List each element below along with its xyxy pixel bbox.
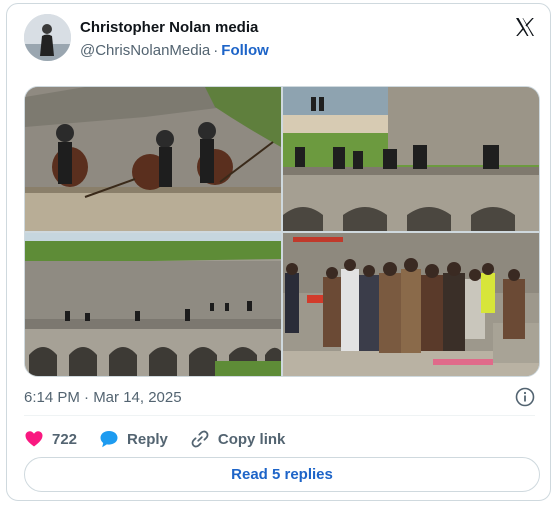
photo-costumed-crowd <box>283 233 539 376</box>
media-photo-2[interactable] <box>283 87 539 231</box>
copy-link-button[interactable]: Copy link <box>190 429 286 449</box>
media-grid <box>24 86 540 377</box>
separator-dot: · <box>213 42 219 59</box>
handle-row: @ChrisNolanMedia · Follow <box>80 42 269 59</box>
read-replies-button[interactable]: Read 5 replies <box>24 457 540 492</box>
photo-soldiers-wall <box>25 87 281 231</box>
copy-link-label: Copy link <box>217 430 286 448</box>
media-photo-1[interactable] <box>25 87 281 231</box>
heart-icon <box>25 431 43 447</box>
divider <box>24 415 535 416</box>
tweet-timestamp[interactable]: 6:14 PM · Mar 14, 2025 <box>24 389 182 406</box>
photo-bridge-beach <box>283 87 539 231</box>
like-button[interactable]: 722 <box>24 429 77 449</box>
reply-label: Reply <box>127 430 168 448</box>
action-bar: 722 Reply Copy link <box>24 427 307 451</box>
info-icon[interactable] <box>515 387 535 407</box>
link-icon <box>191 430 209 448</box>
x-logo-icon[interactable] <box>513 15 537 39</box>
media-photo-3[interactable] <box>25 233 281 376</box>
author-handle[interactable]: @ChrisNolanMedia <box>80 42 210 59</box>
like-count: 722 <box>52 430 78 448</box>
reply-button[interactable]: Reply <box>99 429 168 449</box>
avatar[interactable] <box>24 14 71 61</box>
tweet-card: Christopher Nolan media @ChrisNolanMedia… <box>6 3 551 501</box>
media-photo-4[interactable] <box>283 233 539 376</box>
photo-fortress-arches <box>25 233 281 376</box>
follow-button[interactable]: Follow <box>221 42 269 59</box>
author-name[interactable]: Christopher Nolan media <box>80 19 258 36</box>
avatar-image <box>24 14 71 61</box>
speech-bubble-icon <box>100 431 118 448</box>
